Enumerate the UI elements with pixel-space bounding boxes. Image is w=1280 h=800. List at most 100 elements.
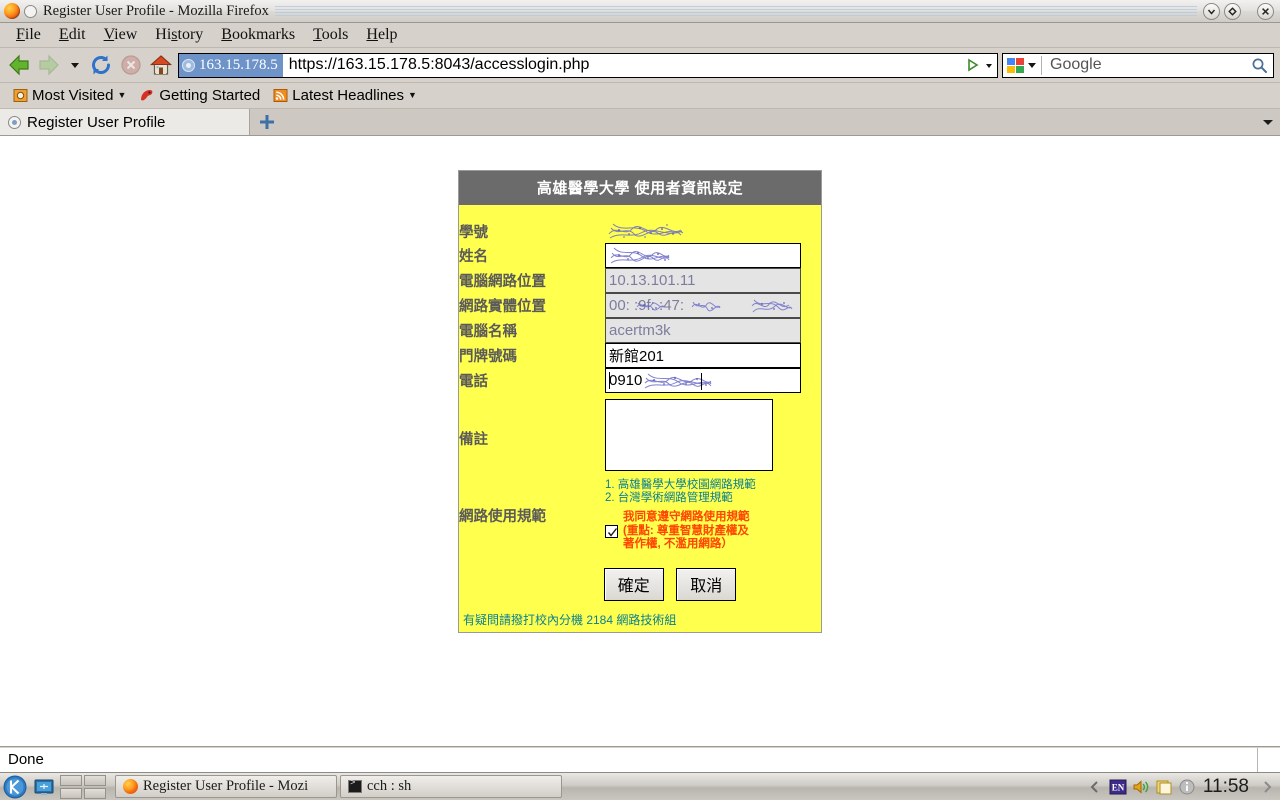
bookmark-label: Most Visited <box>32 87 114 104</box>
taskbar-item-label: cch : sh <box>367 778 412 794</box>
taskbar: Register User Profile - Mozi cch : sh EN <box>0 772 1280 800</box>
tab-register-user-profile[interactable]: Register User Profile <box>0 109 250 135</box>
status-resize-grip[interactable] <box>1258 747 1280 772</box>
url-text[interactable]: https://163.15.178.5:8043/accesslogin.ph… <box>283 56 963 74</box>
desktop-2[interactable] <box>84 774 106 786</box>
redaction-scribble <box>644 373 712 388</box>
stop-icon <box>121 55 141 75</box>
tray-collapse-icon[interactable] <box>1086 778 1104 796</box>
getting-started-icon <box>141 90 153 101</box>
url-bar[interactable]: 163.15.178.5 https://163.15.178.5:8043/a… <box>178 52 998 78</box>
home-icon[interactable] <box>148 52 174 78</box>
form-row-network-rules: 網路使用規範 1. 高雄醫學大學校園網路規範 2. 台灣學術網路管理規範 我同意… <box>459 479 821 552</box>
list-all-tabs-button[interactable] <box>1262 109 1274 135</box>
site-identity-label: 163.15.178.5 <box>199 56 278 73</box>
menu-tools[interactable]: Tools <box>305 25 356 45</box>
document-icon <box>24 4 37 18</box>
bookmark-latest-headlines[interactable]: Latest Headlines ▼ <box>268 86 422 105</box>
redaction-scribble <box>610 247 670 263</box>
agree-checkbox[interactable] <box>605 524 618 538</box>
desktop-4[interactable] <box>84 787 106 799</box>
form-row-name: 姓名 <box>459 243 821 268</box>
chevron-down-icon: ▼ <box>408 90 417 100</box>
taskbar-item-terminal[interactable]: cch : sh <box>340 775 562 798</box>
agreement-line-3: 著作權, 不濫用網路） <box>623 538 733 550</box>
reload-icon[interactable] <box>88 52 114 78</box>
menu-history[interactable]: History <box>147 25 211 45</box>
form-row-remark: 備註 <box>459 393 821 479</box>
chevron-down-icon[interactable] <box>66 52 84 78</box>
submit-button[interactable]: 確定 <box>603 567 664 601</box>
checkmark-icon <box>607 527 618 537</box>
agreement-row: 我同意遵守網路使用規範 (重點: 尊重智慧財產權及 著作權, 不濫用網路） <box>605 505 821 552</box>
form-row-student-id: 學號 <box>459 219 821 243</box>
taskbar-item-firefox[interactable]: Register User Profile - Mozi <box>115 775 337 798</box>
rule-link-1[interactable]: 1. 高雄醫學大學校園網路規範 <box>605 479 821 492</box>
forward-arrow-icon <box>39 54 59 76</box>
text-cursor <box>701 373 702 390</box>
status-bar: Done <box>0 746 1280 772</box>
phone-input[interactable]: 0910 <box>605 368 801 393</box>
kde-k-icon <box>3 775 27 798</box>
terminal-icon <box>348 778 362 793</box>
show-desktop-button[interactable] <box>31 774 57 800</box>
back-arrow-icon[interactable] <box>6 52 32 78</box>
desktop-1[interactable] <box>60 774 82 786</box>
desktop-3[interactable] <box>60 787 82 799</box>
volume-icon[interactable] <box>1132 778 1150 796</box>
clipboard-icon[interactable] <box>1155 778 1173 796</box>
field-label: 門牌號碼 <box>459 349 517 365</box>
redaction-scribble <box>608 223 684 239</box>
tab-label: Register User Profile <box>27 113 166 131</box>
ip-address-input: 10.13.101.11 <box>605 268 801 293</box>
rule-link-2[interactable]: 2. 台灣學術網路管理規範 <box>605 492 821 505</box>
agreement-line-1: 我同意遵守網路使用規範 <box>623 511 750 523</box>
new-tab-button[interactable] <box>250 109 284 135</box>
taskbar-item-label: Register User Profile - Mozi <box>143 778 309 794</box>
menu-edit[interactable]: Edit <box>51 25 94 45</box>
minimize-button[interactable] <box>1203 2 1220 20</box>
search-input[interactable]: Google <box>1042 56 1251 74</box>
cancel-button[interactable]: 取消 <box>676 567 737 601</box>
search-icon[interactable] <box>1251 57 1268 74</box>
most-visited-icon <box>13 89 28 102</box>
menu-help[interactable]: Help <box>358 25 405 45</box>
agreement-line-2: (重點: 尊重智慧財產權及 <box>623 524 749 537</box>
menu-file[interactable]: File <box>8 25 49 45</box>
search-engine-chevron-down-icon[interactable] <box>1027 59 1037 71</box>
menu-bookmarks[interactable]: Bookmarks <box>213 25 303 45</box>
input-method-en-icon[interactable]: EN <box>1109 778 1127 796</box>
google-logo-icon[interactable] <box>1006 57 1025 74</box>
site-identity-box[interactable]: 163.15.178.5 <box>179 53 283 77</box>
menu-view[interactable]: View <box>96 25 146 45</box>
bookmark-getting-started[interactable]: Getting Started <box>134 86 265 105</box>
page-favicon-icon <box>8 115 21 129</box>
virtual-desktop-pager[interactable] <box>60 774 106 799</box>
field-label: 電話 <box>459 374 488 390</box>
info-icon[interactable] <box>1178 778 1196 796</box>
tray-expand-icon[interactable] <box>1258 778 1276 796</box>
status-text: Done <box>0 747 1258 772</box>
maximize-button[interactable] <box>1224 2 1241 20</box>
search-bar[interactable]: Google <box>1002 52 1274 78</box>
profile-form-table: 學號 姓名 電腦網路位置 10.13.101.11 網路實體位置 00::9f… <box>459 219 821 552</box>
kde-start-button[interactable] <box>2 774 28 800</box>
user-profile-form-card: 高雄醫學大學 使用者資訊設定 學號 姓名 電腦網路位置 10.13.101.11… <box>458 170 822 633</box>
name-input[interactable] <box>605 243 801 268</box>
titlebar-filler <box>274 4 1197 18</box>
room-number-input[interactable]: 新館201 <box>605 343 801 368</box>
navigation-toolbar: 163.15.178.5 https://163.15.178.5:8043/a… <box>0 48 1280 83</box>
browser-window: Register User Profile - Mozilla Firefox … <box>0 0 1280 800</box>
field-label: 電腦名稱 <box>459 324 517 340</box>
bookmark-most-visited[interactable]: Most Visited ▼ <box>8 86 131 105</box>
form-actions: 確定 取消 <box>459 552 821 609</box>
clock: 11:58 <box>1202 775 1249 797</box>
footer-note: 有疑問請撥打校內分機 2184 網路技術組 <box>463 612 677 627</box>
page-content: 高雄醫學大學 使用者資訊設定 學號 姓名 電腦網路位置 10.13.101.11… <box>0 146 1280 746</box>
field-label: 網路實體位置 <box>459 299 546 315</box>
remark-textarea[interactable] <box>605 399 773 471</box>
go-button[interactable] <box>963 54 997 77</box>
mac-address-input: 00: :9f: :47: <box>605 293 801 318</box>
menubar: File Edit View History Bookmarks Tools H… <box>0 23 1280 48</box>
close-button[interactable] <box>1257 2 1274 20</box>
